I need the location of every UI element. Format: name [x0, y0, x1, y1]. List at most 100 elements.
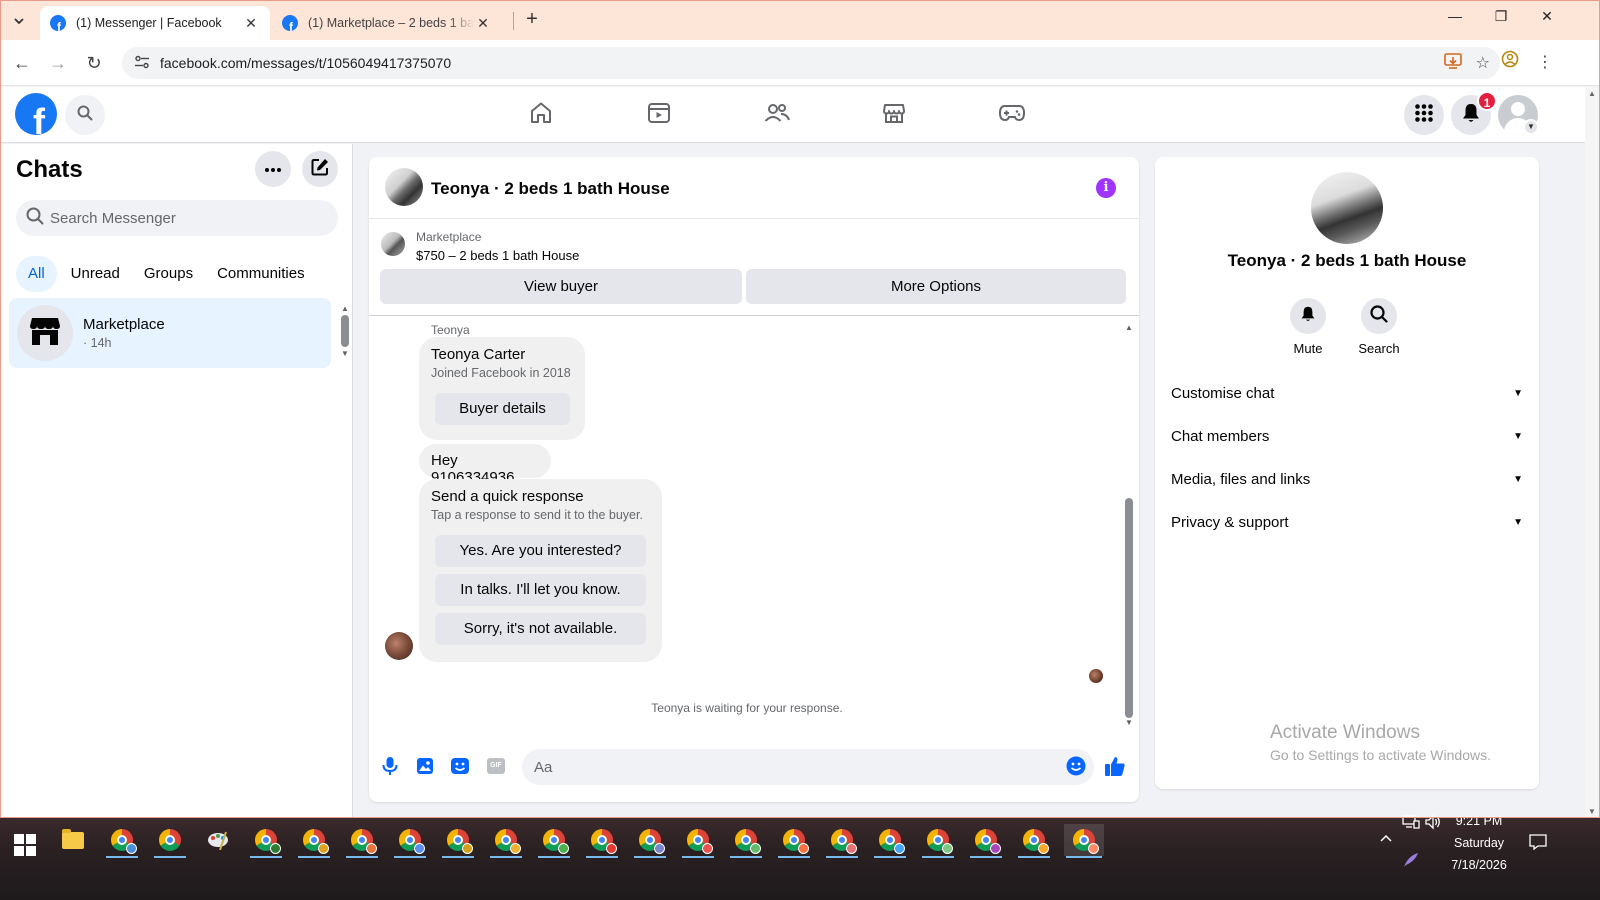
chrome-profile-icon[interactable] [1497, 50, 1523, 76]
search-messenger-field[interactable] [16, 200, 338, 236]
chrome-profile-app-icon[interactable] [824, 824, 860, 858]
tab-marketplace[interactable]: f (1) Marketplace – 2 beds 1 bath House … [272, 6, 502, 40]
microphone-icon[interactable] [377, 753, 403, 779]
tab-messenger[interactable]: f (1) Messenger | Facebook ✕ [40, 6, 270, 40]
filter-communities[interactable]: Communities [207, 256, 315, 292]
browser-menu-icon[interactable]: ⋮ [1532, 50, 1558, 76]
conversation-avatar[interactable] [385, 168, 423, 206]
search-messenger-input[interactable] [50, 209, 320, 227]
more-options-button[interactable]: More Options [746, 269, 1126, 304]
forward-arrow-icon[interactable]: → [44, 50, 72, 76]
chrome-profile-app-icon[interactable] [104, 824, 140, 858]
buyer-details-button[interactable]: Buyer details [435, 393, 570, 425]
info-icon[interactable]: i [1096, 178, 1116, 198]
message-input-field[interactable] [522, 749, 1094, 785]
back-arrow-icon[interactable]: ← [8, 50, 36, 76]
omnibox[interactable]: facebook.com/messages/t/1056049417375070… [122, 47, 1500, 79]
volume-icon[interactable] [1424, 814, 1442, 833]
notification-center-icon[interactable] [1529, 834, 1547, 853]
paint-app-icon[interactable] [200, 824, 236, 856]
nav-video-button[interactable] [639, 97, 679, 133]
chrome-profile-app-icon[interactable] [392, 824, 428, 858]
tab-close-icon[interactable]: ✕ [474, 15, 492, 32]
chrome-profile-app-icon[interactable] [584, 824, 620, 858]
chrome-profile-app-icon[interactable] [344, 824, 380, 858]
nav-friends-button[interactable] [757, 97, 797, 133]
section-chat-members[interactable]: Chat members ▼ [1163, 416, 1531, 456]
message-scrollbar[interactable]: ▲ ▼ [1123, 323, 1135, 729]
file-explorer-icon[interactable] [55, 824, 91, 856]
chrome-profile-app-icon[interactable] [440, 824, 476, 858]
tab-title: (1) Marketplace – 2 beds 1 bath House [308, 16, 474, 30]
minimize-icon[interactable]: — [1432, 8, 1478, 32]
network-icon[interactable] [1402, 814, 1420, 833]
install-app-icon[interactable] [1443, 53, 1462, 74]
section-privacy-support[interactable]: Privacy & support ▼ [1163, 502, 1531, 542]
tab-close-icon[interactable]: ✕ [242, 15, 260, 32]
conversation-title[interactable]: Teonya · 2 beds 1 bath House [431, 179, 670, 199]
chrome-app-icon[interactable] [152, 824, 188, 858]
windows-start-icon[interactable] [14, 834, 36, 856]
nav-gaming-button[interactable] [992, 97, 1032, 133]
message-input[interactable] [534, 758, 1054, 776]
chrome-profile-app-icon[interactable] [632, 824, 668, 858]
sender-avatar[interactable] [385, 632, 413, 660]
chrome-profile-app-icon[interactable] [1064, 824, 1104, 858]
quick-reply-not-available[interactable]: Sorry, it's not available. [435, 613, 646, 645]
page-scrollbar[interactable]: ▲ ▼ [1585, 87, 1599, 818]
filter-unread[interactable]: Unread [61, 256, 130, 292]
new-tab-plus-icon[interactable]: + [520, 8, 544, 32]
notifications-button[interactable]: 1 [1451, 91, 1497, 135]
facebook-top-nav: f 1 ▼ [1, 87, 1585, 143]
sticker-icon[interactable] [447, 753, 473, 779]
chrome-profile-app-icon[interactable] [728, 824, 764, 858]
chats-options-button[interactable] [255, 151, 291, 187]
section-media-files-links[interactable]: Media, files and links ▼ [1163, 459, 1531, 499]
pen-feather-icon[interactable] [1402, 852, 1420, 871]
clock[interactable]: 9:21 PM Saturday 7/18/2026 [1446, 814, 1512, 872]
chevron-down-icon[interactable]: ▼ [1523, 119, 1539, 135]
emoji-icon[interactable] [1063, 753, 1089, 779]
chrome-profile-app-icon[interactable] [536, 824, 572, 858]
chrome-profile-app-icon[interactable] [248, 824, 284, 858]
bell-icon [1300, 305, 1316, 328]
show-hidden-icons-chevron-icon[interactable] [1379, 832, 1393, 846]
chrome-profile-app-icon[interactable] [920, 824, 956, 858]
filter-all[interactable]: All [16, 256, 57, 292]
chrome-profile-app-icon[interactable] [488, 824, 524, 858]
facebook-search-button[interactable] [65, 95, 105, 135]
chat-list-item[interactable]: Marketplace · 14h [9, 298, 331, 368]
gif-icon[interactable]: GIF [483, 753, 509, 779]
url-text[interactable]: facebook.com/messages/t/1056049417375070 [160, 55, 451, 71]
reload-icon[interactable]: ↻ [80, 50, 108, 76]
quick-reply-in-talks[interactable]: In talks. I'll let you know. [435, 574, 646, 606]
nav-marketplace-button[interactable] [874, 97, 914, 133]
section-customise-chat[interactable]: Customise chat ▼ [1163, 373, 1531, 413]
chrome-profile-app-icon[interactable] [296, 824, 332, 858]
quick-response-title: Send a quick response [431, 488, 584, 505]
chrome-profile-app-icon[interactable] [680, 824, 716, 858]
chrome-profile-app-icon[interactable] [872, 824, 908, 858]
chrome-profile-app-icon[interactable] [1016, 824, 1052, 858]
filter-groups[interactable]: Groups [134, 256, 203, 292]
view-buyer-button[interactable]: View buyer [380, 269, 742, 304]
thumbs-up-icon[interactable] [1102, 753, 1128, 779]
nav-home-button[interactable] [521, 97, 561, 133]
search-action[interactable]: Search [1344, 298, 1414, 356]
chrome-profile-app-icon[interactable] [968, 824, 1004, 858]
chrome-profile-app-icon[interactable] [776, 824, 812, 858]
restore-icon[interactable]: ❐ [1478, 8, 1524, 32]
bookmark-star-icon[interactable]: ☆ [1476, 53, 1490, 74]
buyer-name: Teonya Carter [431, 346, 526, 363]
new-message-button[interactable] [302, 151, 338, 187]
waiting-status-text: Teonya is waiting for your response. [651, 701, 843, 715]
facebook-logo[interactable]: f [15, 93, 57, 135]
site-settings-icon[interactable] [126, 55, 158, 72]
close-window-icon[interactable]: ✕ [1524, 8, 1570, 32]
chat-list-scrollbar[interactable]: ▲ ▼ [340, 304, 350, 368]
photo-icon[interactable] [412, 753, 438, 779]
mute-action[interactable]: Mute [1273, 298, 1343, 356]
quick-reply-yes[interactable]: Yes. Are you interested? [435, 535, 646, 567]
tab-search-chevron-icon[interactable] [6, 8, 32, 34]
menu-grid-button[interactable] [1404, 95, 1444, 135]
